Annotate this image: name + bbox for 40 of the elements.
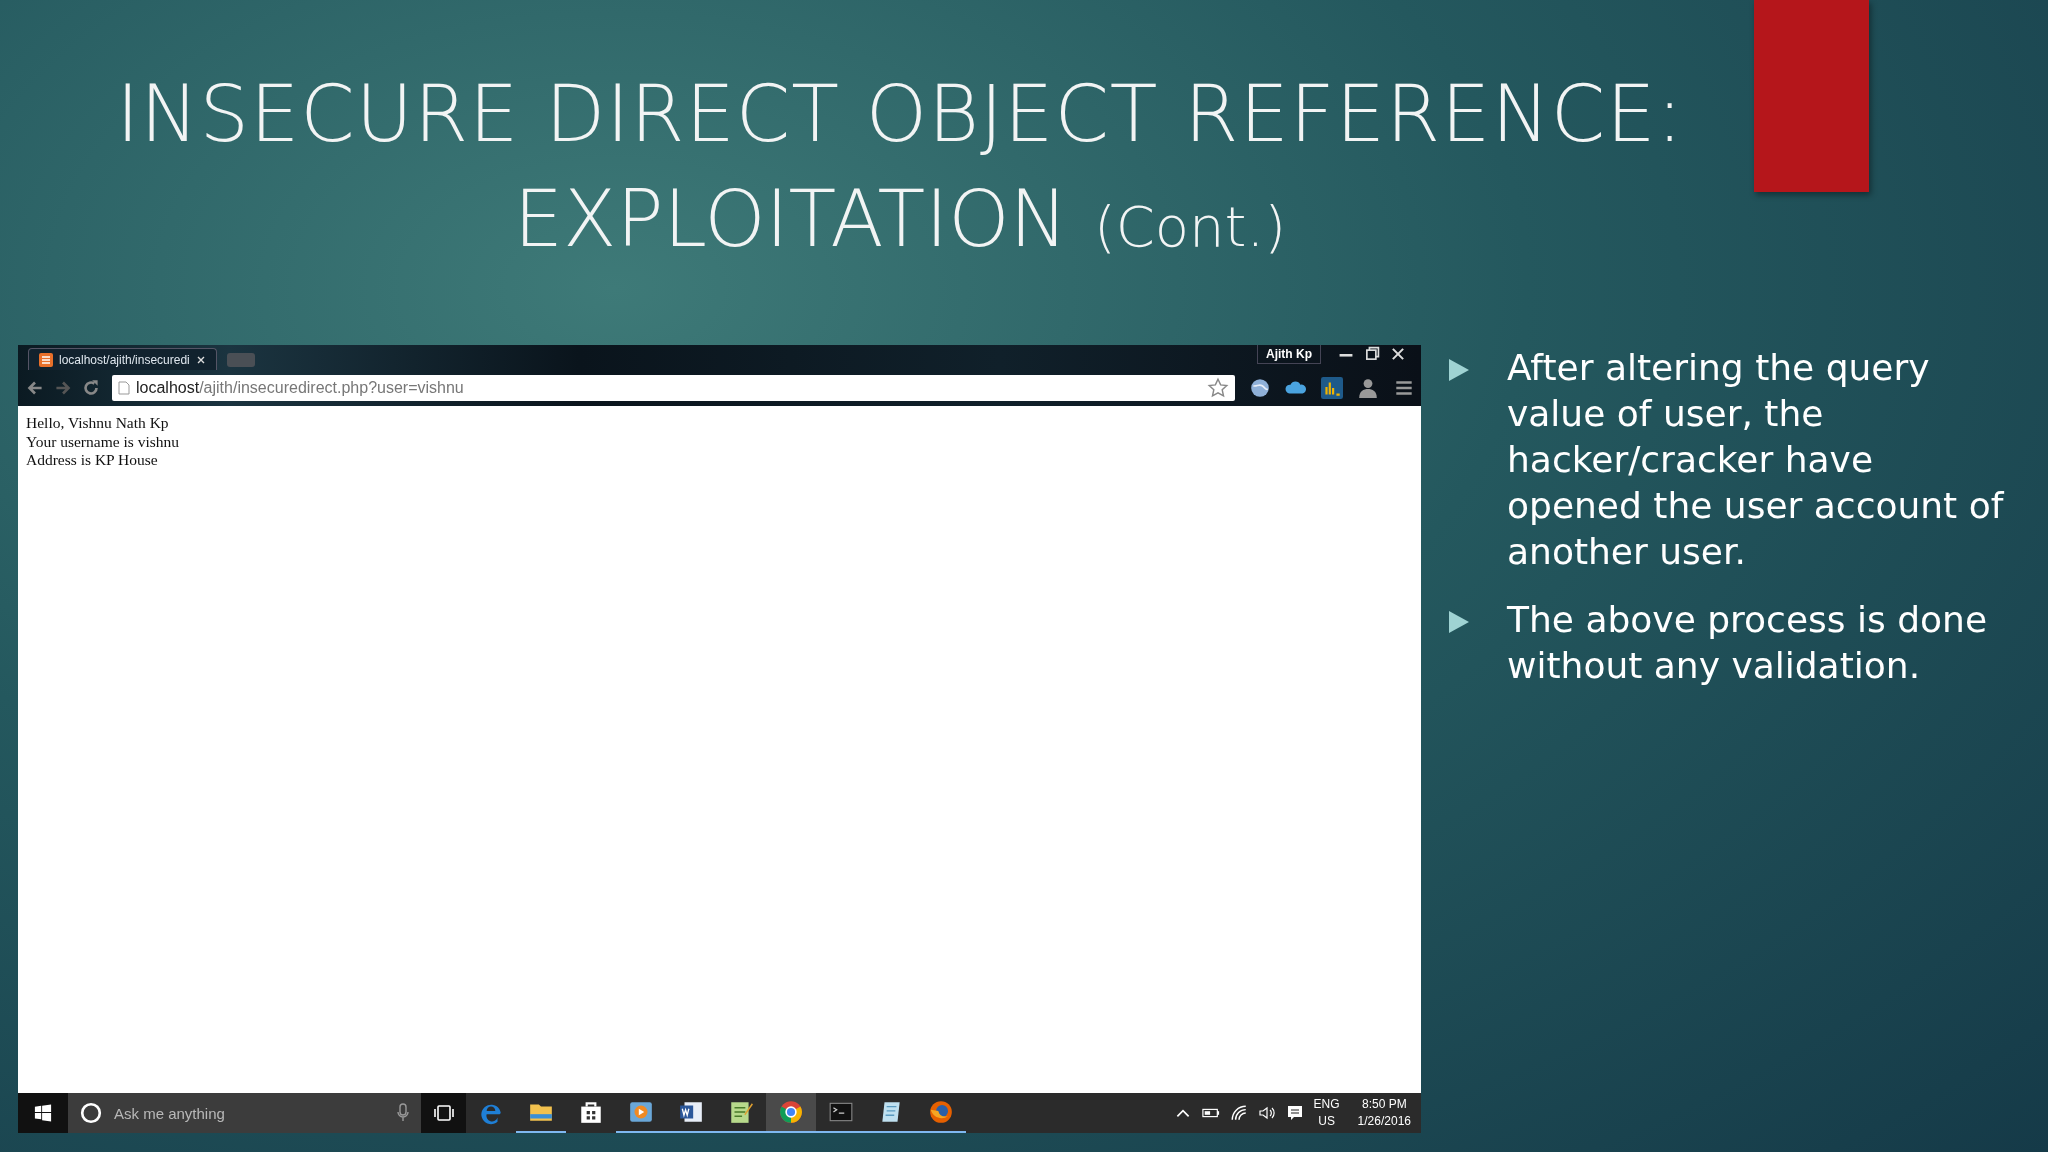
search-field[interactable]: Ask me anything xyxy=(68,1093,421,1133)
chrome-icon xyxy=(778,1099,804,1125)
server-icon xyxy=(39,352,53,367)
page-text: Your username is vishnu xyxy=(26,432,180,451)
bullet-arrow-icon xyxy=(1449,359,1469,381)
bullet-text: The above process is done without any validation. xyxy=(1507,598,1989,688)
search-input[interactable]: Ask me anything xyxy=(112,1103,387,1123)
profile-button[interactable]: Ajith Kp xyxy=(1257,345,1321,364)
circle-icon xyxy=(80,1102,102,1124)
bullet-arrow-icon xyxy=(1449,611,1469,633)
slide-title: INSECURE DIRECT OBJECT REFERENCE: xyxy=(116,68,1684,161)
shopping-bag-icon xyxy=(578,1099,604,1125)
play-icon xyxy=(628,1099,654,1125)
star-icon[interactable] xyxy=(1207,377,1229,399)
taskbar-app-button[interactable] xyxy=(766,1093,816,1133)
bar-chart-icon[interactable] xyxy=(1321,377,1343,399)
task-view-button[interactable] xyxy=(421,1093,466,1133)
page-text: Hello, Vishnu Nath Kp xyxy=(26,414,170,433)
task-view-icon xyxy=(432,1104,455,1122)
close-icon[interactable] xyxy=(195,354,206,365)
globe-icon[interactable] xyxy=(1249,377,1271,399)
slide-title: EXPLOITATION xyxy=(513,173,1068,266)
start-button[interactable] xyxy=(18,1093,68,1133)
person-icon[interactable] xyxy=(1357,377,1379,399)
page-icon xyxy=(118,381,130,395)
windows-icon xyxy=(34,1104,52,1122)
address-bar[interactable]: localhost/ajith/insecuredirect.php?user=vishnu xyxy=(112,375,1235,401)
microphone-icon[interactable] xyxy=(397,1103,409,1123)
notepad-icon xyxy=(728,1099,754,1125)
firefox-icon xyxy=(928,1099,954,1125)
bullet-text: After altering the query value of user, the hacker/cracker have opened the user account of another user. xyxy=(1507,346,2005,574)
speaker-icon[interactable] xyxy=(1257,1104,1276,1122)
message-icon[interactable] xyxy=(1285,1104,1304,1122)
wifi-icon[interactable] xyxy=(1229,1104,1248,1122)
browser-tab[interactable]: localhost/ajith/insecuredi xyxy=(28,348,217,370)
clock[interactable]: 8:50 PM 1/26/2016 xyxy=(1357,1096,1411,1130)
slide-subtitle: (Cont.) xyxy=(1093,194,1287,259)
document-icon xyxy=(678,1099,704,1125)
page-text: Address is KP House xyxy=(26,451,159,470)
language-indicator[interactable]: ENG US xyxy=(1313,1096,1340,1130)
